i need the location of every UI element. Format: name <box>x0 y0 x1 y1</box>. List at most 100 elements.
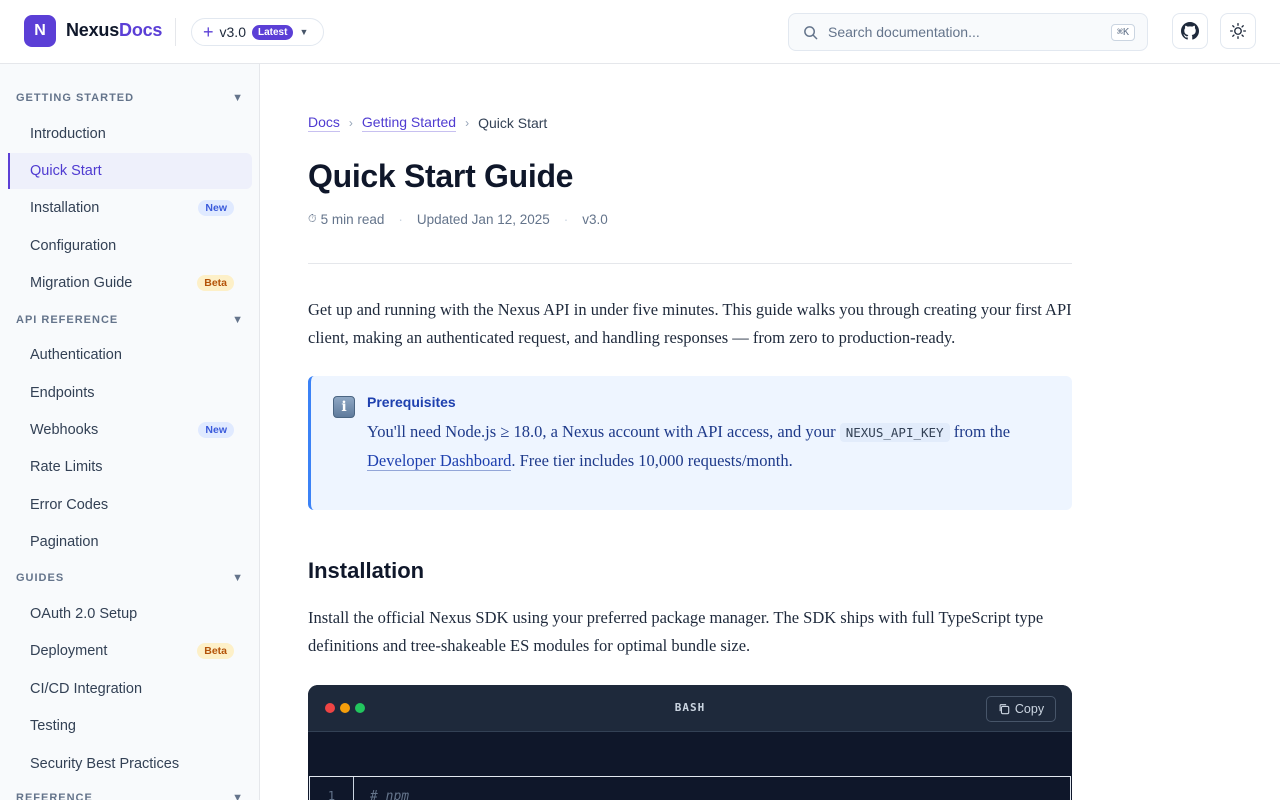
search-input[interactable] <box>828 24 1088 40</box>
meta-separator: · <box>398 212 403 227</box>
code-block-toolbar: BASH Copy <box>308 685 1072 732</box>
chevron-right-icon: › <box>348 116 353 130</box>
collapse-icon: ▼ <box>232 314 244 326</box>
breadcrumb-link-getting-started[interactable]: Getting Started <box>361 114 457 132</box>
installation-heading: Installation <box>308 558 425 583</box>
info-icon: i <box>333 396 355 418</box>
sidebar-section-reference[interactable]: Reference ▼ <box>16 788 246 800</box>
api-key-code: NEXUS_API_KEY <box>839 423 950 442</box>
sidebar-item-label: Deployment <box>30 643 108 659</box>
github-icon <box>1181 22 1199 40</box>
sidebar-item-label: Authentication <box>30 347 122 363</box>
plus-icon: + <box>203 22 214 42</box>
sidebar-item-webhooks[interactable]: Webhooks New <box>8 412 252 448</box>
sidebar-section-title: Guides <box>16 572 65 584</box>
sidebar-item-label: Error Codes <box>30 497 109 513</box>
header-divider <box>175 18 176 46</box>
sun-icon <box>1229 22 1247 40</box>
version-selector[interactable]: + v3.0 Latest ▼ <box>191 18 324 46</box>
search-box[interactable]: ⌘K <box>788 13 1148 51</box>
updated-date: Updated Jan 12, 2025 <box>416 212 550 227</box>
sidebar-item-label: CI/CD Integration <box>30 681 143 697</box>
doc-version: v3.0 <box>582 212 608 227</box>
search-shortcut: ⌘K <box>1110 24 1135 41</box>
breadcrumb-link-docs[interactable]: Docs <box>308 114 340 132</box>
copy-icon <box>999 704 1010 715</box>
clock-icon: ⏱ <box>308 213 317 225</box>
sidebar-section-guides[interactable]: Guides ▼ <box>16 568 246 588</box>
breadcrumb: Docs › Getting Started › Quick Start <box>308 114 547 132</box>
page-meta: ⏱ 5 min read · Updated Jan 12, 2025 · v3… <box>308 212 608 227</box>
sidebar-section-title: Reference <box>16 792 93 800</box>
code-block: BASH Copy 1 # npm <box>308 685 1072 800</box>
sidebar-item-label: Pagination <box>30 534 99 550</box>
sidebar-item-error-codes[interactable]: Error Codes <box>8 487 252 523</box>
sidebar-item-migration-guide[interactable]: Migration Guide Beta <box>8 265 252 301</box>
sidebar-item-testing[interactable]: Testing <box>8 708 252 744</box>
sidebar-item-rate-limits[interactable]: Rate Limits <box>8 449 252 485</box>
sidebar-item-deployment[interactable]: Deployment Beta <box>8 633 252 669</box>
main-content: Docs › Getting Started › Quick Start Qui… <box>260 64 1280 800</box>
callout-text: . Free tier includes 10,000 requests/mon… <box>511 451 793 470</box>
sidebar-item-label: Introduction <box>30 126 106 142</box>
page-title: Quick Start Guide <box>308 158 574 194</box>
callout-title: Prerequisites <box>367 394 456 410</box>
new-badge: New <box>198 422 234 438</box>
beta-badge: Beta <box>197 275 234 291</box>
collapse-icon: ▼ <box>232 572 244 584</box>
sidebar-item-installation[interactable]: Installation New <box>8 190 252 226</box>
search-icon <box>804 25 818 39</box>
logo-icon[interactable]: N <box>24 15 56 47</box>
top-header: N NexusDocs + v3.0 Latest ▼ ⌘K <box>0 0 1280 64</box>
sidebar-item-label: Installation <box>30 200 100 216</box>
callout-body: You'll need Node.js ≥ 18.0, a Nexus acco… <box>367 418 1057 475</box>
copy-label: Copy <box>1014 702 1045 716</box>
sidebar-item-label: Quick Start <box>30 163 102 179</box>
brand-name-part2: Docs <box>119 20 163 40</box>
github-button[interactable] <box>1172 13 1208 49</box>
latest-badge: Latest <box>251 24 294 40</box>
intro-paragraph: Get up and running with the Nexus API in… <box>308 300 1072 347</box>
copy-button[interactable]: Copy <box>986 696 1056 722</box>
title-divider <box>308 263 1072 264</box>
chevron-down-icon: ▼ <box>299 27 309 37</box>
meta-separator: · <box>563 212 569 227</box>
sidebar-item-pagination[interactable]: Pagination <box>8 524 252 560</box>
developer-dashboard-link[interactable]: Developer Dashboard <box>367 451 512 471</box>
brand-name-part1: Nexus <box>66 20 120 40</box>
callout-text: You'll need Node.js ≥ 18.0, a Nexus acco… <box>367 422 840 441</box>
installation-paragraph: Install the official Nexus SDK using you… <box>308 608 1044 655</box>
sidebar-item-label: Endpoints <box>30 385 95 401</box>
version-label: v3.0 <box>219 24 246 40</box>
prerequisites-callout: i Prerequisites You'll need Node.js ≥ 18… <box>308 376 1072 510</box>
sidebar-item-configuration[interactable]: Configuration <box>8 228 252 264</box>
sidebar-item-ci-cd-integration[interactable]: CI/CD Integration <box>8 671 252 707</box>
sidebar: Getting Started ▼ Introduction Quick Sta… <box>0 64 260 800</box>
line-number: 1 <box>310 777 354 800</box>
collapse-icon: ▼ <box>232 92 244 104</box>
new-badge: New <box>198 200 234 216</box>
sidebar-item-label: Rate Limits <box>30 459 103 475</box>
read-time: 5 min read <box>320 212 385 227</box>
sidebar-item-authentication[interactable]: Authentication <box>8 337 252 373</box>
sidebar-section-api-reference[interactable]: API Reference ▼ <box>16 310 246 330</box>
sidebar-item-label: Webhooks <box>30 422 99 438</box>
chevron-right-icon: › <box>465 116 470 130</box>
sidebar-item-label: OAuth 2.0 Setup <box>30 606 138 622</box>
sidebar-section-title: API Reference <box>16 314 119 326</box>
theme-toggle-button[interactable] <box>1220 13 1256 49</box>
code-line-text: # npm <box>370 789 410 800</box>
beta-badge: Beta <box>197 643 234 659</box>
sidebar-section-getting-started[interactable]: Getting Started ▼ <box>16 88 246 108</box>
brand-name[interactable]: NexusDocs <box>66 20 162 41</box>
sidebar-item-introduction[interactable]: Introduction <box>8 116 252 152</box>
sidebar-item-label: Security Best Practices <box>30 756 180 772</box>
callout-text: from the <box>949 422 1011 441</box>
sidebar-item-endpoints[interactable]: Endpoints <box>8 375 252 411</box>
sidebar-item-quick-start[interactable]: Quick Start <box>8 153 252 189</box>
sidebar-item-label: Migration Guide <box>30 275 133 291</box>
sidebar-item-security-best-practices[interactable]: Security Best Practices <box>8 746 252 782</box>
sidebar-item-oauth-setup[interactable]: OAuth 2.0 Setup <box>8 596 252 632</box>
sidebar-item-label: Testing <box>30 718 76 734</box>
breadcrumb-current: Quick Start <box>478 115 548 131</box>
